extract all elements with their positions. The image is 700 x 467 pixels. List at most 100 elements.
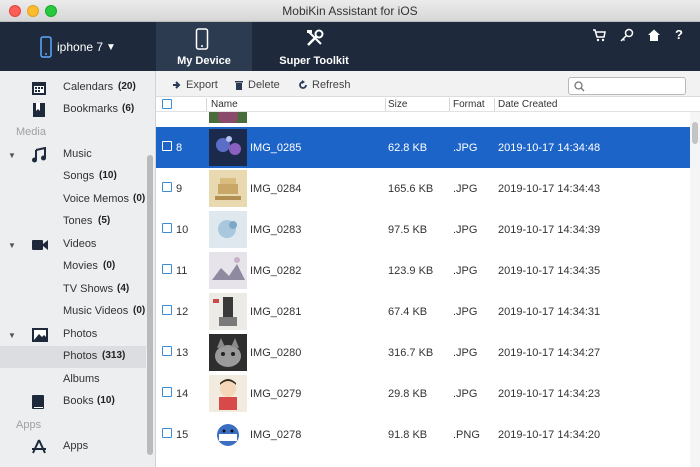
sidebar-item-count: (0) [133,305,146,316]
file-format: .JPG [453,347,478,359]
sidebar-item-songs[interactable]: Songs (10) [0,166,146,188]
row-checkbox[interactable] [162,223,172,233]
delete-button[interactable]: Delete [234,79,280,91]
sidebar-item-label: Albums [63,373,100,385]
sidebar-item-count: (4) [117,283,130,294]
file-name: IMG_0280 [250,347,302,359]
collapse-triangle-icon[interactable]: ▼ [8,151,16,160]
delete-label: Delete [248,79,280,91]
column-header-name[interactable]: Name [211,99,238,110]
column-header-size[interactable]: Size [388,99,407,110]
row-checkbox[interactable] [162,141,172,151]
photo-thumbnail [209,334,247,371]
row-checkbox[interactable] [162,346,172,356]
sidebar-item-music-videos[interactable]: Music Videos (0) [0,301,146,323]
row-index: 13 [176,347,189,359]
sidebar-item-calendars[interactable]: Calendars (20) [0,77,146,99]
sidebar-item-label: Music Videos [63,305,129,317]
sidebar-item-photos[interactable]: Photos (313) [0,346,146,368]
file-format: .JPG [453,142,478,154]
list-scrollbar[interactable] [690,112,700,467]
file-format: .JPG [453,224,478,236]
file-size: 67.4 KB [388,306,428,318]
device-name: iphone 7 [57,40,104,54]
column-header-date[interactable]: Date Created [498,99,557,110]
photo-thumbnail [209,252,247,289]
tab-super-toolkit[interactable]: Super Toolkit [266,22,362,71]
sidebar-item-music[interactable]: ▼ Music [0,144,146,166]
search-input[interactable] [568,77,686,95]
sidebar-item-bookmarks[interactable]: Bookmarks (6) [0,99,146,121]
table-row[interactable]: 14 IMG_0279 29.8 KB .JPG 2019-10-17 14:3… [156,373,690,414]
row-index: 10 [176,224,189,236]
photo-thumbnail [209,375,247,412]
row-checkbox[interactable] [162,264,172,274]
cart-icon[interactable] [592,28,606,42]
sidebar-item-albums[interactable]: Albums [0,369,146,391]
file-size: 123.9 KB [388,265,434,277]
sidebar-item-label: Music [63,148,92,160]
table-row[interactable]: 8 IMG_0285 62.8 KB .JPG 2019-10-17 14:34… [156,127,690,168]
sidebar-item-label: Photos [63,328,98,340]
select-all-checkbox[interactable] [162,99,172,109]
sidebar-item-count: (10) [99,170,117,181]
photo-thumbnail [209,129,247,166]
row-index: 15 [176,429,189,441]
home-icon[interactable] [647,28,661,42]
photo-thumbnail [209,211,247,248]
file-name: IMG_0279 [250,388,302,400]
file-date: 2019-10-17 14:34:27 [498,347,601,359]
sidebar-item-label: Bookmarks [63,103,119,115]
sidebar-item-voice-memos[interactable]: Voice Memos (0) [0,189,146,211]
photo-thumbnail [209,293,247,330]
column-header-format[interactable]: Format [453,99,485,110]
sidebar-section-media: Media [16,126,46,138]
scrollbar-thumb[interactable] [692,122,698,144]
table-row[interactable] [156,112,690,125]
table-row[interactable]: 12 IMG_0281 67.4 KB .JPG 2019-10-17 14:3… [156,291,690,332]
sidebar-item-movies[interactable]: Movies (0) [0,256,146,278]
sidebar-item-tv-shows[interactable]: TV Shows (4) [0,279,146,301]
row-checkbox[interactable] [162,182,172,192]
file-date: 2019-10-17 14:34:39 [498,224,601,236]
key-icon[interactable] [620,28,634,42]
table-row[interactable]: 11 IMG_0282 123.9 KB .JPG 2019-10-17 14:… [156,250,690,291]
row-checkbox[interactable] [162,305,172,315]
row-checkbox[interactable] [162,428,172,438]
help-icon[interactable]: ? [675,28,689,42]
file-size: 316.7 KB [388,347,434,359]
row-checkbox[interactable] [162,387,172,397]
device-selector[interactable]: iphone 7 ▼ [40,36,116,58]
sidebar-item-label: Apps [63,440,89,452]
export-button[interactable]: Export [172,79,218,91]
sidebar-item-count: (0) [133,193,146,204]
refresh-button[interactable]: Refresh [298,79,351,91]
book-icon [32,395,44,409]
sidebar-item-apps[interactable]: Apps [0,436,146,458]
row-index: 14 [176,388,189,400]
file-size: 97.5 KB [388,224,428,236]
collapse-triangle-icon[interactable]: ▼ [8,331,16,340]
table-row[interactable]: 15 IMG_0278 91.8 KB .PNG 2019-10-17 14:3… [156,414,690,455]
table-row[interactable]: 13 IMG_0280 316.7 KB .JPG 2019-10-17 14:… [156,332,690,373]
table-row[interactable]: 9 IMG_0284 165.6 KB .JPG 2019-10-17 14:3… [156,168,690,209]
column-divider [494,98,495,111]
phone-icon [195,28,209,50]
sidebar-item-books[interactable]: Books (10) [0,391,146,413]
sidebar-item-videos[interactable]: ▼ Videos [0,234,146,256]
music-icon [32,147,46,163]
table-row[interactable]: 10 IMG_0283 97.5 KB .JPG 2019-10-17 14:3… [156,209,690,250]
photo-thumbnail [209,170,247,207]
refresh-icon [299,80,307,89]
refresh-label: Refresh [312,79,351,91]
file-date: 2019-10-17 14:34:23 [498,388,601,400]
sidebar-item-tones[interactable]: Tones (5) [0,211,146,233]
collapse-triangle-icon[interactable]: ▼ [8,241,16,250]
sidebar-scrollbar[interactable] [147,155,153,455]
tab-my-device[interactable]: My Device [156,22,252,71]
chevron-down-icon: ▼ [106,41,116,53]
file-format: .JPG [453,265,478,277]
bookmark-icon [33,103,45,117]
sidebar-section-apps: Apps [16,419,42,431]
sidebar-item-photos-group[interactable]: ▼ Photos [0,324,146,346]
